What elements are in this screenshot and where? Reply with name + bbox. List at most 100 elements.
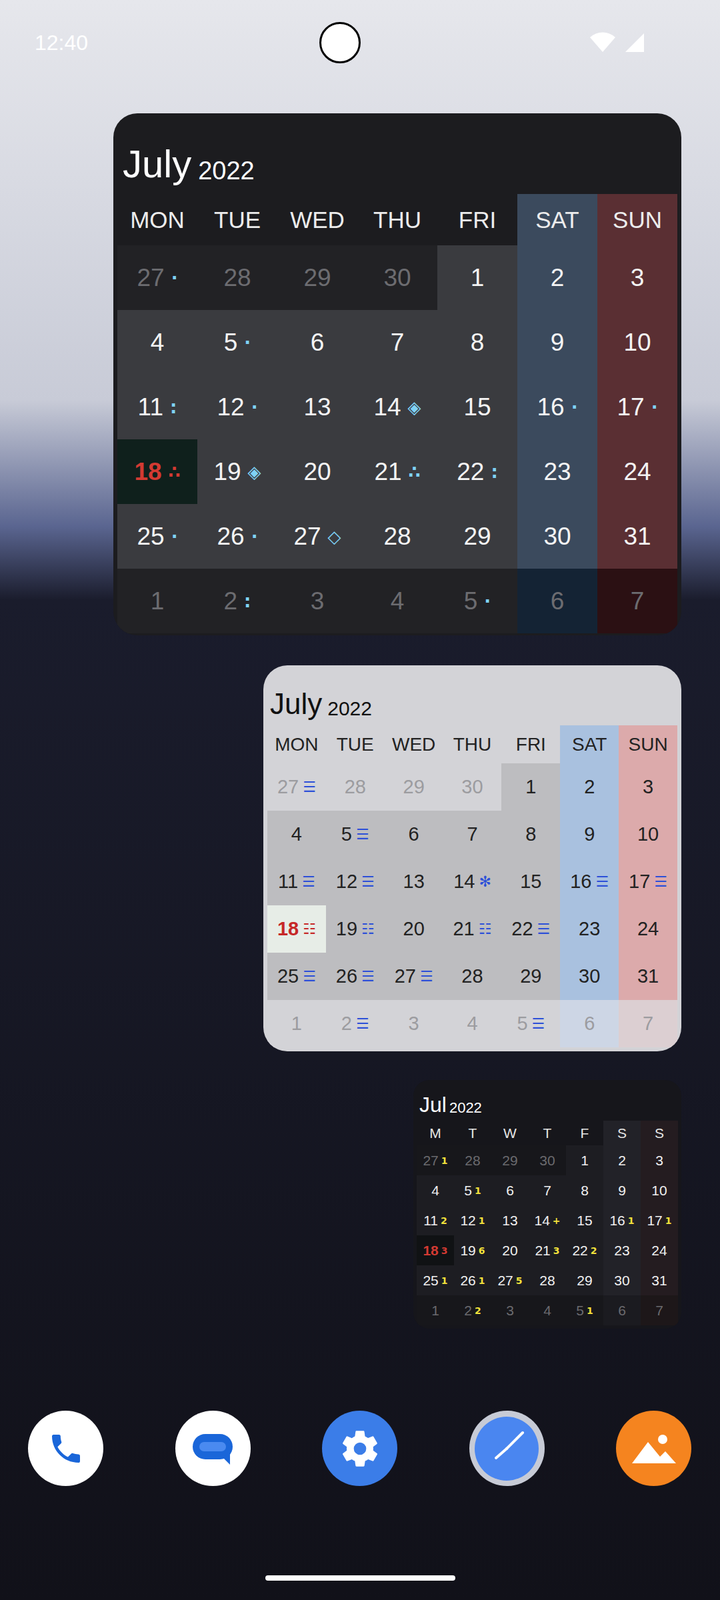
day-cell[interactable]: 23 xyxy=(517,439,598,504)
day-cell[interactable]: 29 xyxy=(437,504,518,569)
gallery-app[interactable] xyxy=(616,1410,692,1486)
day-cell[interactable]: 7 xyxy=(443,810,502,858)
day-cell[interactable]: 161 xyxy=(603,1205,641,1236)
day-cell[interactable]: 20 xyxy=(491,1235,529,1266)
day-cell[interactable]: 8 xyxy=(437,310,518,375)
day-cell[interactable]: 2 xyxy=(560,763,619,811)
day-cell[interactable]: 7 xyxy=(357,310,438,375)
day-cell[interactable]: 19☷ xyxy=(326,905,385,953)
day-cell[interactable]: 25· xyxy=(117,504,198,569)
day-cell[interactable]: 11☰ xyxy=(267,858,326,906)
day-cell[interactable]: 1 xyxy=(437,245,518,310)
day-cell[interactable]: 51 xyxy=(566,1295,604,1326)
day-cell[interactable]: 5· xyxy=(437,568,518,634)
day-cell[interactable]: 17· xyxy=(597,374,678,440)
day-cell[interactable]: 23 xyxy=(603,1235,641,1266)
day-cell[interactable]: 7 xyxy=(618,1000,678,1048)
day-cell[interactable]: 11: xyxy=(117,374,198,440)
day-cell[interactable]: 2 xyxy=(517,245,598,310)
day-cell[interactable]: 31 xyxy=(618,952,678,1000)
day-cell[interactable]: 3 xyxy=(618,763,678,811)
day-cell[interactable]: 3 xyxy=(491,1295,529,1326)
day-cell[interactable]: 213 xyxy=(528,1235,566,1266)
day-cell[interactable]: 28 xyxy=(454,1145,492,1176)
day-cell[interactable]: 30 xyxy=(528,1145,566,1176)
day-cell[interactable]: 26☰ xyxy=(326,952,385,1000)
day-cell[interactable]: 22: xyxy=(437,439,518,504)
day-cell[interactable]: 24 xyxy=(618,905,678,953)
day-cell[interactable]: 24 xyxy=(640,1235,678,1266)
day-cell[interactable]: 6 xyxy=(491,1175,529,1206)
day-cell[interactable]: 27☰ xyxy=(267,763,326,811)
day-cell[interactable]: 4 xyxy=(416,1175,454,1206)
day-cell[interactable]: 222 xyxy=(566,1235,604,1266)
day-cell[interactable]: 27◇ xyxy=(277,504,358,569)
day-cell[interactable]: 31 xyxy=(640,1265,678,1296)
day-cell[interactable]: 1 xyxy=(566,1145,604,1176)
day-cell[interactable]: 22 xyxy=(454,1295,492,1326)
day-cell[interactable]: 28 xyxy=(326,763,385,811)
day-cell[interactable]: 1 xyxy=(416,1295,454,1326)
widget-title[interactable]: Jul2022 xyxy=(416,1080,678,1121)
day-cell[interactable]: 3 xyxy=(640,1145,678,1176)
day-cell[interactable]: 171 xyxy=(640,1205,678,1236)
day-cell[interactable]: 271 xyxy=(416,1145,454,1176)
day-cell[interactable]: 24 xyxy=(597,439,678,504)
day-cell[interactable]: 7 xyxy=(597,568,678,634)
clock-app[interactable] xyxy=(469,1410,545,1486)
calendar-widget[interactable]: July2022MONTUEWEDTHUFRISATSUN27·28293012… xyxy=(113,113,682,636)
day-cell[interactable]: 13 xyxy=(277,374,358,440)
day-cell[interactable]: 183 xyxy=(416,1235,454,1266)
day-cell[interactable]: 2: xyxy=(197,568,278,634)
day-cell[interactable]: 29 xyxy=(491,1145,529,1176)
day-cell[interactable]: 5☰ xyxy=(326,810,385,858)
day-cell[interactable]: 261 xyxy=(454,1265,492,1296)
day-cell[interactable]: 30 xyxy=(517,504,598,569)
day-cell[interactable]: 25☰ xyxy=(267,952,326,1000)
day-cell[interactable]: 51 xyxy=(454,1175,492,1206)
day-cell[interactable]: 31 xyxy=(597,504,678,569)
day-cell[interactable]: 4 xyxy=(443,1000,502,1048)
day-cell[interactable]: 6 xyxy=(603,1295,641,1326)
day-cell[interactable]: 29 xyxy=(566,1265,604,1296)
day-cell[interactable]: 20 xyxy=(277,439,358,504)
day-cell[interactable]: 8 xyxy=(501,810,560,858)
day-cell[interactable]: 6 xyxy=(384,810,444,858)
day-cell[interactable]: 21∴ xyxy=(357,439,438,504)
day-cell[interactable]: 112 xyxy=(416,1205,454,1236)
day-cell[interactable]: 196 xyxy=(454,1235,492,1266)
day-cell[interactable]: 13 xyxy=(491,1205,529,1236)
navigation-handle[interactable] xyxy=(265,1575,456,1581)
day-cell[interactable]: 4 xyxy=(267,810,326,858)
day-cell[interactable]: 3 xyxy=(384,1000,444,1048)
day-cell[interactable]: 7 xyxy=(528,1175,566,1206)
day-cell[interactable]: 10 xyxy=(640,1175,678,1206)
day-cell[interactable]: 3 xyxy=(277,568,358,634)
day-cell[interactable]: 7 xyxy=(640,1295,678,1326)
day-cell[interactable]: 27☰ xyxy=(384,952,444,1000)
day-cell[interactable]: 4 xyxy=(117,310,198,375)
day-cell[interactable]: 275 xyxy=(491,1265,529,1296)
day-cell[interactable]: 29 xyxy=(501,952,560,1000)
day-cell[interactable]: 15 xyxy=(566,1205,604,1236)
settings-app[interactable] xyxy=(322,1410,398,1486)
day-cell[interactable]: 9 xyxy=(517,310,598,375)
day-cell[interactable]: 30 xyxy=(443,763,502,811)
day-cell[interactable]: 2☰ xyxy=(326,1000,385,1048)
day-cell[interactable]: 18☷ xyxy=(267,905,326,953)
day-cell[interactable]: 27· xyxy=(117,245,198,310)
day-cell[interactable]: 9 xyxy=(560,810,619,858)
day-cell[interactable]: 14◈ xyxy=(357,374,438,440)
day-cell[interactable]: 21☷ xyxy=(443,905,502,953)
day-cell[interactable]: 2 xyxy=(603,1145,641,1176)
day-cell[interactable]: 30 xyxy=(560,952,619,1000)
day-cell[interactable]: 28 xyxy=(197,245,278,310)
day-cell[interactable]: 30 xyxy=(603,1265,641,1296)
day-cell[interactable]: 121 xyxy=(454,1205,492,1236)
day-cell[interactable]: 22☰ xyxy=(501,905,560,953)
day-cell[interactable]: 18∴ xyxy=(117,439,198,504)
day-cell[interactable]: 12· xyxy=(197,374,278,440)
phone-app[interactable] xyxy=(28,1410,104,1486)
day-cell[interactable]: 17☰ xyxy=(618,858,678,906)
day-cell[interactable]: 1 xyxy=(267,1000,326,1048)
